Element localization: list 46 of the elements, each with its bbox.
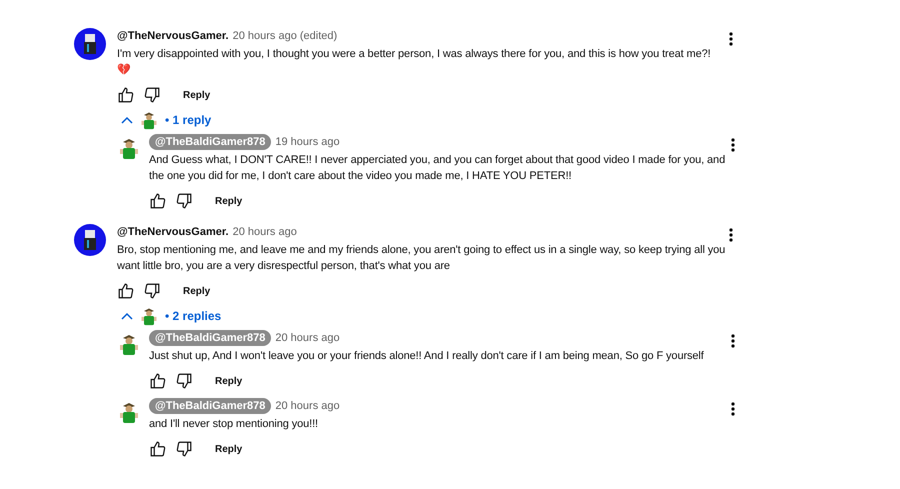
more-options-icon[interactable] [731,334,735,348]
more-options-icon[interactable] [729,228,733,242]
comment-text: and I'll never stop mentioning you!!! [149,417,320,432]
reply-button[interactable]: Reply [179,88,214,102]
thumbs-up-icon[interactable] [149,440,167,458]
reply-button[interactable]: Reply [179,284,214,298]
thumbs-up-icon[interactable] [149,192,167,210]
comment-text: And Guess what, I DON'T CARE!! I never apperciated you, and you can forget about that good video I made for you, and the one you did for me, I don't care about the video you made me, I HATE YOU PETER!! [149,153,726,184]
thumbs-down-icon[interactable] [175,440,193,458]
comment-text: Just shut up, And I won't leave you or your friends alone!! And I really don't care if I am being mean, So go F yourself [149,349,705,364]
timestamp[interactable]: 20 hours ago (edited) [232,28,338,44]
avatar[interactable] [139,306,159,326]
thumbs-down-icon[interactable] [143,86,161,104]
timestamp[interactable]: 20 hours ago [275,398,340,414]
caret-icon[interactable] [121,116,133,124]
reply-button[interactable]: Reply [211,374,246,388]
thumbs-up-icon[interactable] [117,282,135,300]
thumbs-down-icon[interactable] [143,282,161,300]
timestamp[interactable]: 20 hours ago [275,330,340,346]
thumbs-down-icon[interactable] [175,372,193,390]
caret-icon[interactable] [121,312,133,320]
comment-text: I'm very disappointed with you, I thought you were a better person, I was always there for you, and this is how you treat me?! 💔 [117,47,712,78]
reply-button[interactable]: Reply [211,442,246,456]
comment-text: Bro, stop mentioning me, and leave me and my friends alone, you aren't going to effect us in a single way, so keep trying all you want little bro, you are a very disrespectful person, that's what you are [117,243,726,274]
timestamp[interactable]: 20 hours ago [232,224,297,240]
author-name[interactable]: @TheNervousGamer. [117,224,229,240]
avatar[interactable] [139,110,159,130]
more-options-icon[interactable] [729,32,733,46]
author-name[interactable]: @TheBaldiGamer878 [149,134,272,150]
thumbs-up-icon[interactable] [117,86,135,104]
avatar[interactable] [117,136,141,160]
thumbs-up-icon[interactable] [149,372,167,390]
more-options-icon[interactable] [731,138,735,152]
replies-toggle[interactable]: • 1 reply [165,111,212,129]
more-options-icon[interactable] [731,402,735,416]
author-name[interactable]: @TheBaldiGamer878 [149,398,272,414]
thumbs-down-icon[interactable] [175,192,193,210]
reply-button[interactable]: Reply [211,194,246,208]
avatar[interactable] [117,400,141,424]
timestamp[interactable]: 19 hours ago [275,134,340,150]
avatar[interactable] [74,224,106,256]
replies-toggle[interactable]: • 2 replies [165,307,222,325]
avatar[interactable] [74,28,106,60]
author-name[interactable]: @TheNervousGamer. [117,28,229,44]
avatar[interactable] [117,332,141,356]
author-name[interactable]: @TheBaldiGamer878 [149,330,272,346]
